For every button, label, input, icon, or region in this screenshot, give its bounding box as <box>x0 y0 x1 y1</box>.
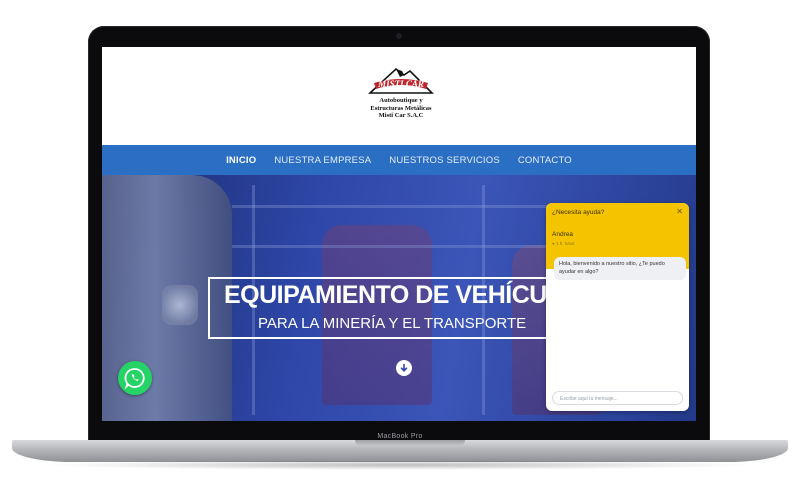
arrow-down-icon <box>400 363 408 372</box>
svg-text:MISTI CAR: MISTI CAR <box>377 79 424 89</box>
laptop-mockup: MISTI CAR Autoboutique y Estructuras Met… <box>0 0 800 487</box>
nav-item-contacto[interactable]: CONTACTO <box>518 155 572 166</box>
hero-bus-headlight <box>162 285 198 325</box>
nav-item-nuestros-servicios[interactable]: NUESTROS SERVICIOS <box>389 155 500 166</box>
main-nav: INICIO NUESTRA EMPRESA NUESTROS SERVICIO… <box>102 145 696 175</box>
hero-title: EQUIPAMIENTO DE VEHÍCULOS <box>224 281 597 309</box>
whatsapp-button[interactable] <box>118 361 152 395</box>
logo-line-3: Misti Car S.A.C <box>378 112 424 119</box>
hero-subtitle: PARA LA MINERÍA Y EL TRANSPORTE <box>258 315 527 332</box>
chat-header-title: ¿Necesita ayuda? <box>552 209 605 216</box>
camera <box>396 33 402 39</box>
chat-message-input[interactable]: Escribe aquí tu mensaje... <box>552 391 683 405</box>
laptop-screen: MISTI CAR Autoboutique y Estructuras Met… <box>102 47 696 421</box>
laptop-notch <box>355 440 465 446</box>
laptop-lid: MISTI CAR Autoboutique y Estructuras Met… <box>88 26 710 444</box>
logo-line-2: Estructuras Metálicas <box>370 104 432 112</box>
close-icon[interactable]: ✕ <box>676 207 683 216</box>
scroll-down-button[interactable] <box>396 360 412 376</box>
whatsapp-icon <box>124 368 145 389</box>
nav-item-nuestra-empresa[interactable]: NUESTRA EMPRESA <box>274 155 371 166</box>
nav-item-inicio[interactable]: INICIO <box>226 155 256 166</box>
laptop-base <box>12 440 788 462</box>
laptop-model-label: MacBook Pro <box>377 433 423 440</box>
hero-rail <box>232 245 562 248</box>
logo-line-1: Autoboutique y <box>379 97 423 104</box>
hero-banner: EQUIPAMIENTO DE VEHÍCULOS PARA LA MINERÍ… <box>102 175 696 421</box>
chat-agent-status: ● 1 h. hace <box>552 241 575 246</box>
misti-car-logo-icon: MISTI CAR <box>367 67 434 94</box>
hero-rail <box>232 205 562 208</box>
chat-message: Hola, bienvenido a nuestro sitio, ¿Te pu… <box>554 257 686 280</box>
site-header: MISTI CAR Autoboutique y Estructuras Met… <box>102 47 696 145</box>
laptop-shadow <box>40 460 760 470</box>
site-logo[interactable]: MISTI CAR Autoboutique y Estructuras Met… <box>365 63 437 143</box>
chat-agent-name: Andrea <box>552 231 573 238</box>
chat-widget: ¿Necesita ayuda? ✕ Andrea ● 1 h. hace Ho… <box>546 203 689 411</box>
